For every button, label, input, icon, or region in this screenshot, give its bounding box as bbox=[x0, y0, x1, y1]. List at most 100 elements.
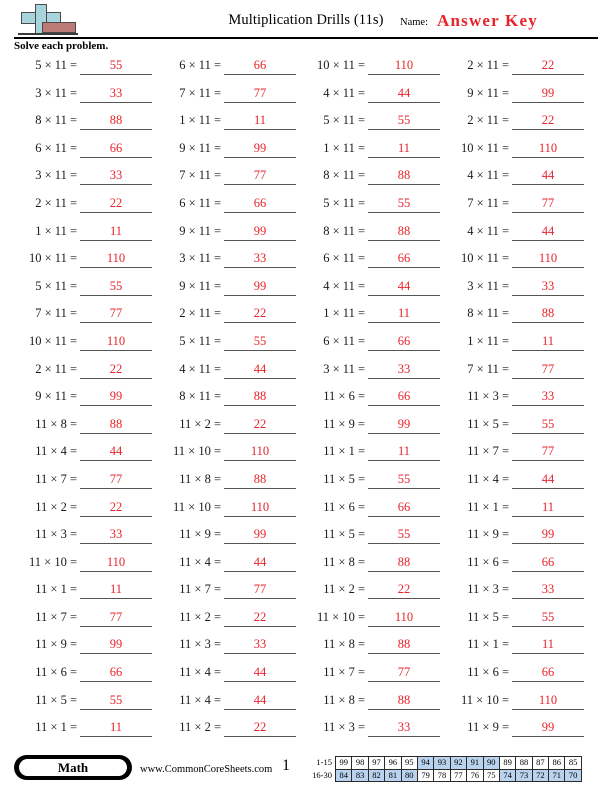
answer-blank[interactable]: 99 bbox=[368, 417, 440, 434]
answer-blank[interactable]: 77 bbox=[512, 444, 584, 462]
answer-blank[interactable]: 66 bbox=[368, 334, 440, 351]
answer-blank[interactable]: 77 bbox=[80, 306, 152, 324]
answer-blank[interactable]: 99 bbox=[512, 720, 584, 738]
answer-blank[interactable]: 55 bbox=[512, 417, 584, 434]
answer-blank[interactable]: 77 bbox=[512, 196, 584, 213]
answer-blank[interactable]: 11 bbox=[80, 720, 152, 738]
answer-blank[interactable]: 110 bbox=[512, 693, 584, 710]
answer-blank[interactable]: 88 bbox=[368, 555, 440, 572]
answer-blank[interactable]: 11 bbox=[80, 224, 152, 241]
answer-blank[interactable]: 33 bbox=[224, 637, 296, 655]
answer-blank[interactable]: 55 bbox=[368, 527, 440, 545]
answer-blank[interactable]: 55 bbox=[224, 334, 296, 351]
answer-blank[interactable]: 66 bbox=[224, 58, 296, 75]
answer-blank[interactable]: 22 bbox=[80, 500, 152, 517]
answer-blank[interactable]: 88 bbox=[368, 693, 440, 710]
answer-blank[interactable]: 22 bbox=[224, 720, 296, 738]
answer-blank[interactable]: 99 bbox=[224, 141, 296, 158]
answer-blank[interactable]: 66 bbox=[512, 555, 584, 572]
answer-blank[interactable]: 110 bbox=[512, 141, 584, 158]
answer-blank[interactable]: 44 bbox=[224, 665, 296, 683]
answer-blank[interactable]: 77 bbox=[224, 168, 296, 186]
answer-blank[interactable]: 22 bbox=[224, 610, 296, 627]
answer-blank[interactable]: 66 bbox=[368, 251, 440, 269]
answer-blank[interactable]: 22 bbox=[368, 582, 440, 600]
answer-blank[interactable]: 110 bbox=[368, 58, 440, 75]
answer-blank[interactable]: 44 bbox=[224, 693, 296, 710]
answer-blank[interactable]: 99 bbox=[224, 224, 296, 241]
answer-blank[interactable]: 11 bbox=[80, 582, 152, 600]
answer-blank[interactable]: 55 bbox=[368, 472, 440, 489]
answer-blank[interactable]: 55 bbox=[80, 693, 152, 710]
answer-blank[interactable]: 33 bbox=[368, 720, 440, 738]
answer-blank[interactable]: 88 bbox=[224, 389, 296, 407]
answer-blank[interactable]: 11 bbox=[368, 141, 440, 158]
answer-blank[interactable]: 99 bbox=[512, 527, 584, 545]
answer-blank[interactable]: 110 bbox=[80, 555, 152, 572]
answer-blank[interactable]: 22 bbox=[224, 417, 296, 434]
answer-blank[interactable]: 66 bbox=[368, 500, 440, 517]
answer-blank[interactable]: 22 bbox=[224, 306, 296, 324]
answer-blank[interactable]: 55 bbox=[368, 113, 440, 131]
answer-blank[interactable]: 33 bbox=[512, 389, 584, 407]
answer-blank[interactable]: 66 bbox=[80, 141, 152, 158]
answer-blank[interactable]: 44 bbox=[80, 444, 152, 462]
answer-blank[interactable]: 77 bbox=[368, 665, 440, 683]
answer-blank[interactable]: 44 bbox=[224, 555, 296, 572]
answer-blank[interactable]: 33 bbox=[80, 527, 152, 545]
answer-blank[interactable]: 22 bbox=[80, 362, 152, 379]
answer-blank[interactable]: 33 bbox=[80, 86, 152, 103]
answer-blank[interactable]: 99 bbox=[512, 86, 584, 103]
answer-blank[interactable]: 11 bbox=[224, 113, 296, 131]
answer-blank[interactable]: 55 bbox=[368, 196, 440, 213]
answer-blank[interactable]: 44 bbox=[512, 224, 584, 241]
answer-blank[interactable]: 22 bbox=[512, 113, 584, 131]
answer-blank[interactable]: 88 bbox=[224, 472, 296, 489]
answer-blank[interactable]: 33 bbox=[80, 168, 152, 186]
answer-blank[interactable]: 99 bbox=[224, 527, 296, 545]
answer-blank[interactable]: 88 bbox=[368, 168, 440, 186]
answer-blank[interactable]: 44 bbox=[224, 362, 296, 379]
answer-blank[interactable]: 110 bbox=[80, 334, 152, 351]
answer-blank[interactable]: 44 bbox=[368, 279, 440, 296]
answer-blank[interactable]: 33 bbox=[368, 362, 440, 379]
answer-blank[interactable]: 11 bbox=[368, 306, 440, 324]
answer-blank[interactable]: 55 bbox=[80, 279, 152, 296]
answer-blank[interactable]: 33 bbox=[512, 582, 584, 600]
answer-blank[interactable]: 77 bbox=[512, 362, 584, 379]
answer-blank[interactable]: 77 bbox=[224, 582, 296, 600]
answer-blank[interactable]: 66 bbox=[512, 665, 584, 683]
answer-blank[interactable]: 110 bbox=[368, 610, 440, 627]
answer-blank[interactable]: 99 bbox=[80, 637, 152, 655]
answer-blank[interactable]: 11 bbox=[512, 500, 584, 517]
answer-blank[interactable]: 55 bbox=[512, 610, 584, 627]
answer-blank[interactable]: 88 bbox=[368, 637, 440, 655]
answer-blank[interactable]: 33 bbox=[512, 279, 584, 296]
answer-blank[interactable]: 33 bbox=[224, 251, 296, 269]
answer-blank[interactable]: 110 bbox=[224, 500, 296, 517]
answer-blank[interactable]: 110 bbox=[80, 251, 152, 269]
answer-blank[interactable]: 44 bbox=[512, 472, 584, 489]
answer-blank[interactable]: 88 bbox=[80, 113, 152, 131]
answer-blank[interactable]: 22 bbox=[512, 58, 584, 75]
answer-blank[interactable]: 66 bbox=[80, 665, 152, 683]
answer-blank[interactable]: 22 bbox=[80, 196, 152, 213]
site-url-link[interactable]: www.CommonCoreSheets.com bbox=[140, 764, 272, 775]
answer-blank[interactable]: 11 bbox=[512, 637, 584, 655]
answer-blank[interactable]: 66 bbox=[224, 196, 296, 213]
answer-blank[interactable]: 11 bbox=[512, 334, 584, 351]
answer-blank[interactable]: 88 bbox=[512, 306, 584, 324]
answer-blank[interactable]: 66 bbox=[368, 389, 440, 407]
answer-blank[interactable]: 77 bbox=[224, 86, 296, 103]
answer-blank[interactable]: 88 bbox=[80, 417, 152, 434]
answer-blank[interactable]: 77 bbox=[80, 610, 152, 627]
answer-blank[interactable]: 55 bbox=[80, 58, 152, 75]
answer-blank[interactable]: 110 bbox=[224, 444, 296, 462]
answer-blank[interactable]: 77 bbox=[80, 472, 152, 489]
answer-blank[interactable]: 11 bbox=[368, 444, 440, 462]
answer-blank[interactable]: 44 bbox=[368, 86, 440, 103]
answer-blank[interactable]: 99 bbox=[80, 389, 152, 407]
answer-blank[interactable]: 44 bbox=[512, 168, 584, 186]
answer-blank[interactable]: 99 bbox=[224, 279, 296, 296]
answer-blank[interactable]: 110 bbox=[512, 251, 584, 269]
